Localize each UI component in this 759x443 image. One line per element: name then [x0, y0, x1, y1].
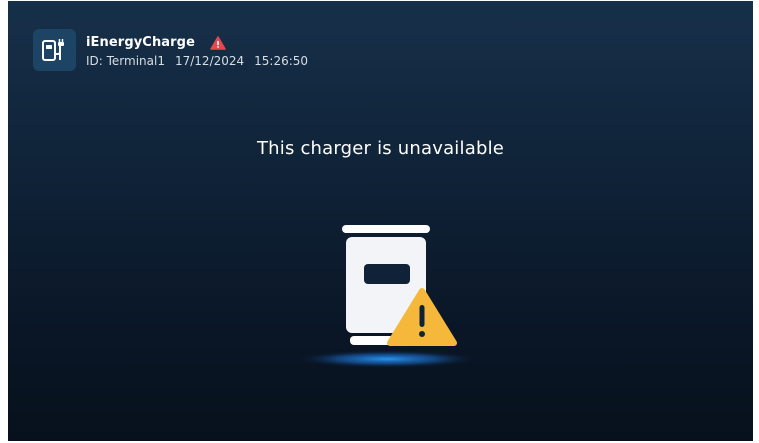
charger-unavailable-illustration: [292, 221, 482, 376]
status-message: This charger is unavailable: [256, 138, 505, 159]
app-name: iEnergyCharge: [86, 34, 196, 50]
time-text: 15:26:50: [254, 54, 309, 68]
warning-triangle-icon: [210, 35, 226, 50]
date-text: 17/12/2024: [174, 54, 245, 68]
header-text: iEnergyCharge ID: Terminal1 17/12/2024 1…: [86, 32, 308, 69]
ev-charger-plug-icon: [33, 29, 76, 71]
charger-screen: iEnergyCharge ID: Terminal1 17/12/2024 1…: [8, 1, 753, 441]
terminal-id: ID: Terminal1: [86, 54, 165, 68]
meta-row: ID: Terminal1 17/12/2024 15:26:50: [86, 54, 308, 68]
header: iEnergyCharge ID: Terminal1 17/12/2024 1…: [33, 29, 308, 71]
title-row: iEnergyCharge: [86, 32, 308, 52]
